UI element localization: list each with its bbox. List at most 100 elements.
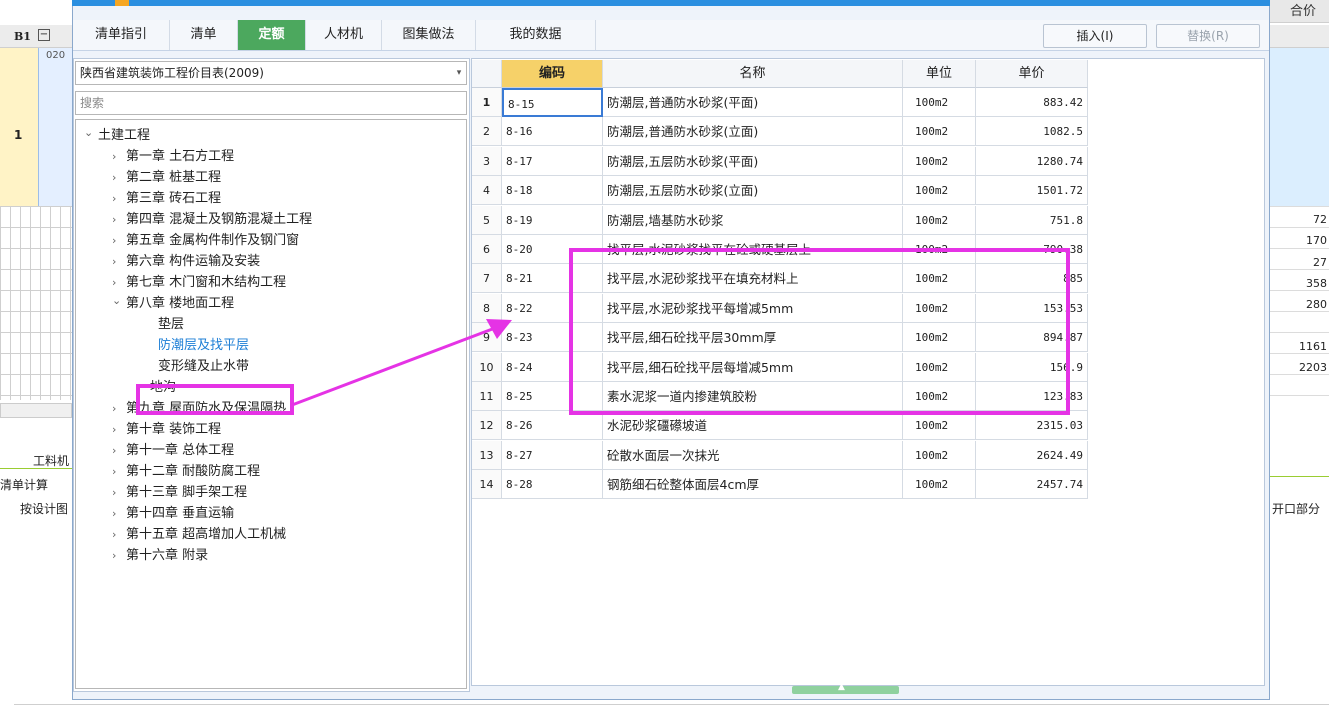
cell-price[interactable]: 2315.03 xyxy=(976,411,1088,440)
tab-my-data[interactable]: 我的数据 xyxy=(476,20,596,50)
cell-name[interactable]: 防潮层,五层防水砂浆(立面) xyxy=(603,176,903,205)
cell-name[interactable]: 防潮层,普通防水砂浆(平面) xyxy=(603,88,903,117)
cell-unit[interactable]: 100m2 xyxy=(903,88,976,117)
tree-item[interactable]: › 第二章 桩基工程 xyxy=(112,168,221,188)
tab-bill[interactable]: 清单 xyxy=(170,20,238,50)
tab-bill-guide[interactable]: 清单指引 xyxy=(73,20,170,50)
cell-index[interactable]: 6 xyxy=(472,235,502,264)
cell-code[interactable]: 8-19 xyxy=(502,206,603,235)
dialog-title-bar[interactable] xyxy=(72,0,1270,6)
tab-labor-material-machine[interactable]: 人材机 xyxy=(306,20,382,50)
cell-price[interactable]: 751.8 xyxy=(976,206,1088,235)
cell-price[interactable]: 2457.74 xyxy=(976,470,1088,499)
cell-index[interactable]: 1 xyxy=(472,88,502,117)
chevron-right-icon[interactable]: › xyxy=(112,546,126,566)
cell-index[interactable]: 5 xyxy=(472,206,502,235)
cell-unit[interactable]: 100m2 xyxy=(903,147,976,176)
cell-code[interactable]: 8-28 xyxy=(502,470,603,499)
tree-item[interactable]: 垫层 xyxy=(136,315,184,335)
cell-name[interactable]: 防潮层,墙基防水砂浆 xyxy=(603,206,903,235)
cell-code[interactable]: 8-27 xyxy=(502,441,603,470)
collapse-toggle-icon[interactable]: − xyxy=(38,29,50,41)
chevron-right-icon[interactable]: › xyxy=(112,210,126,230)
tab-atlas-method[interactable]: 图集做法 xyxy=(382,20,476,50)
cell-price[interactable]: 883.42 xyxy=(976,88,1088,117)
cell-index[interactable]: 14 xyxy=(472,470,502,499)
chevron-right-icon[interactable]: › xyxy=(112,504,126,524)
tree-item[interactable]: › 第十五章 超高增加人工机械 xyxy=(112,525,286,545)
tree-item[interactable]: 防潮层及找平层 xyxy=(136,336,249,356)
chevron-right-icon[interactable]: › xyxy=(112,441,126,461)
chevron-down-icon[interactable]: ⌄ xyxy=(112,291,126,311)
cell-code[interactable]: 8-16 xyxy=(502,117,603,146)
tree-item[interactable]: ⌄ 第八章 楼地面工程 xyxy=(112,294,234,314)
cell-index[interactable]: 7 xyxy=(472,264,502,293)
tree-item[interactable]: › 第十一章 总体工程 xyxy=(112,441,234,461)
cell-index[interactable]: 12 xyxy=(472,411,502,440)
tree-item[interactable]: › 第六章 构件运输及安装 xyxy=(112,252,260,272)
chevron-right-icon[interactable]: › xyxy=(112,483,126,503)
table-header-name[interactable]: 名称 xyxy=(603,60,903,88)
tree-item[interactable]: › 第十二章 耐酸防腐工程 xyxy=(112,462,260,482)
chevron-right-icon[interactable]: › xyxy=(112,525,126,545)
cell-name[interactable]: 水泥砂浆礓礤坡道 xyxy=(603,411,903,440)
insert-button[interactable]: 插入(I) xyxy=(1043,24,1147,48)
background-tab-labor-material[interactable]: 工料机 xyxy=(33,452,69,469)
tree-item[interactable]: › 第五章 金属构件制作及钢门窗 xyxy=(112,231,299,251)
chevron-right-icon[interactable]: › xyxy=(112,252,126,272)
cell-code[interactable]: 8-18 xyxy=(502,176,603,205)
tree-item[interactable]: 变形缝及止水带 xyxy=(136,357,249,377)
tree-item[interactable]: › 第十六章 附录 xyxy=(112,546,208,566)
tree-item[interactable]: › 第十四章 垂直运输 xyxy=(112,504,234,524)
background-selected-cell[interactable] xyxy=(38,48,73,206)
table-header-unit[interactable]: 单位 xyxy=(903,60,976,88)
chevron-right-icon[interactable]: › xyxy=(112,399,126,419)
cell-price[interactable]: 1082.5 xyxy=(976,117,1088,146)
tree-item[interactable]: › 第十章 装饰工程 xyxy=(112,420,221,440)
cell-name[interactable]: 砼散水面层一次抹光 xyxy=(603,441,903,470)
cell-unit[interactable]: 100m2 xyxy=(903,470,976,499)
table-header-code[interactable]: 编码 xyxy=(502,60,603,88)
cell-name[interactable]: 防潮层,普通防水砂浆(立面) xyxy=(603,117,903,146)
cell-index[interactable]: 4 xyxy=(472,176,502,205)
cell-name[interactable]: 钢筋细石砼整体面层4cm厚 xyxy=(603,470,903,499)
tree-item[interactable]: › 第四章 混凝土及钢筋混凝土工程 xyxy=(112,210,312,230)
search-input[interactable]: 搜索 xyxy=(75,91,467,115)
chevron-right-icon[interactable]: › xyxy=(112,168,126,188)
replace-button[interactable]: 替换(R) xyxy=(1156,24,1260,48)
cell-unit[interactable]: 100m2 xyxy=(903,411,976,440)
cell-code[interactable]: 8-26 xyxy=(502,411,603,440)
dropdown-arrow-icon[interactable]: ▾ xyxy=(452,61,466,85)
chevron-right-icon[interactable]: › xyxy=(112,147,126,167)
chevron-down-icon[interactable]: ⌄ xyxy=(84,123,98,143)
cell-index[interactable]: 13 xyxy=(472,441,502,470)
cell-price[interactable]: 1280.74 xyxy=(976,147,1088,176)
cell-unit[interactable]: 100m2 xyxy=(903,117,976,146)
library-select[interactable]: 陕西省建筑装饰工程价目表(2009) xyxy=(75,61,467,85)
chevron-right-icon[interactable]: › xyxy=(112,231,126,251)
tree-item[interactable]: › 第七章 木门窗和木结构工程 xyxy=(112,273,286,293)
cell-unit[interactable]: 100m2 xyxy=(903,206,976,235)
table-header-price[interactable]: 单价 xyxy=(976,60,1088,88)
cell-index[interactable]: 3 xyxy=(472,147,502,176)
chevron-right-icon[interactable]: › xyxy=(112,273,126,293)
tree-item[interactable]: › 第十三章 脚手架工程 xyxy=(112,483,247,503)
cell-unit[interactable]: 100m2 xyxy=(903,176,976,205)
cell-code[interactable]: 8-15 xyxy=(502,88,603,117)
chevron-right-icon[interactable]: › xyxy=(112,462,126,482)
cell-price[interactable]: 2624.49 xyxy=(976,441,1088,470)
cell-index[interactable]: 2 xyxy=(472,117,502,146)
cell-code[interactable]: 8-17 xyxy=(502,147,603,176)
background-horizontal-scrollbar[interactable] xyxy=(0,403,72,418)
tree-item[interactable]: ⌄ 土建工程 xyxy=(84,126,150,146)
cell-price[interactable]: 1501.72 xyxy=(976,176,1088,205)
chevron-right-icon[interactable]: › xyxy=(112,420,126,440)
tree-item[interactable]: › 第一章 土石方工程 xyxy=(112,147,234,167)
tab-quota[interactable]: 定额 xyxy=(238,20,306,50)
cell-name[interactable]: 防潮层,五层防水砂浆(平面) xyxy=(603,147,903,176)
chevron-right-icon[interactable]: › xyxy=(112,189,126,209)
cell-unit[interactable]: 100m2 xyxy=(903,441,976,470)
chevron-up-icon[interactable]: ▲ xyxy=(838,682,845,692)
tree-item[interactable]: › 第三章 砖石工程 xyxy=(112,189,221,209)
panel-resize-gripper[interactable] xyxy=(792,686,899,694)
